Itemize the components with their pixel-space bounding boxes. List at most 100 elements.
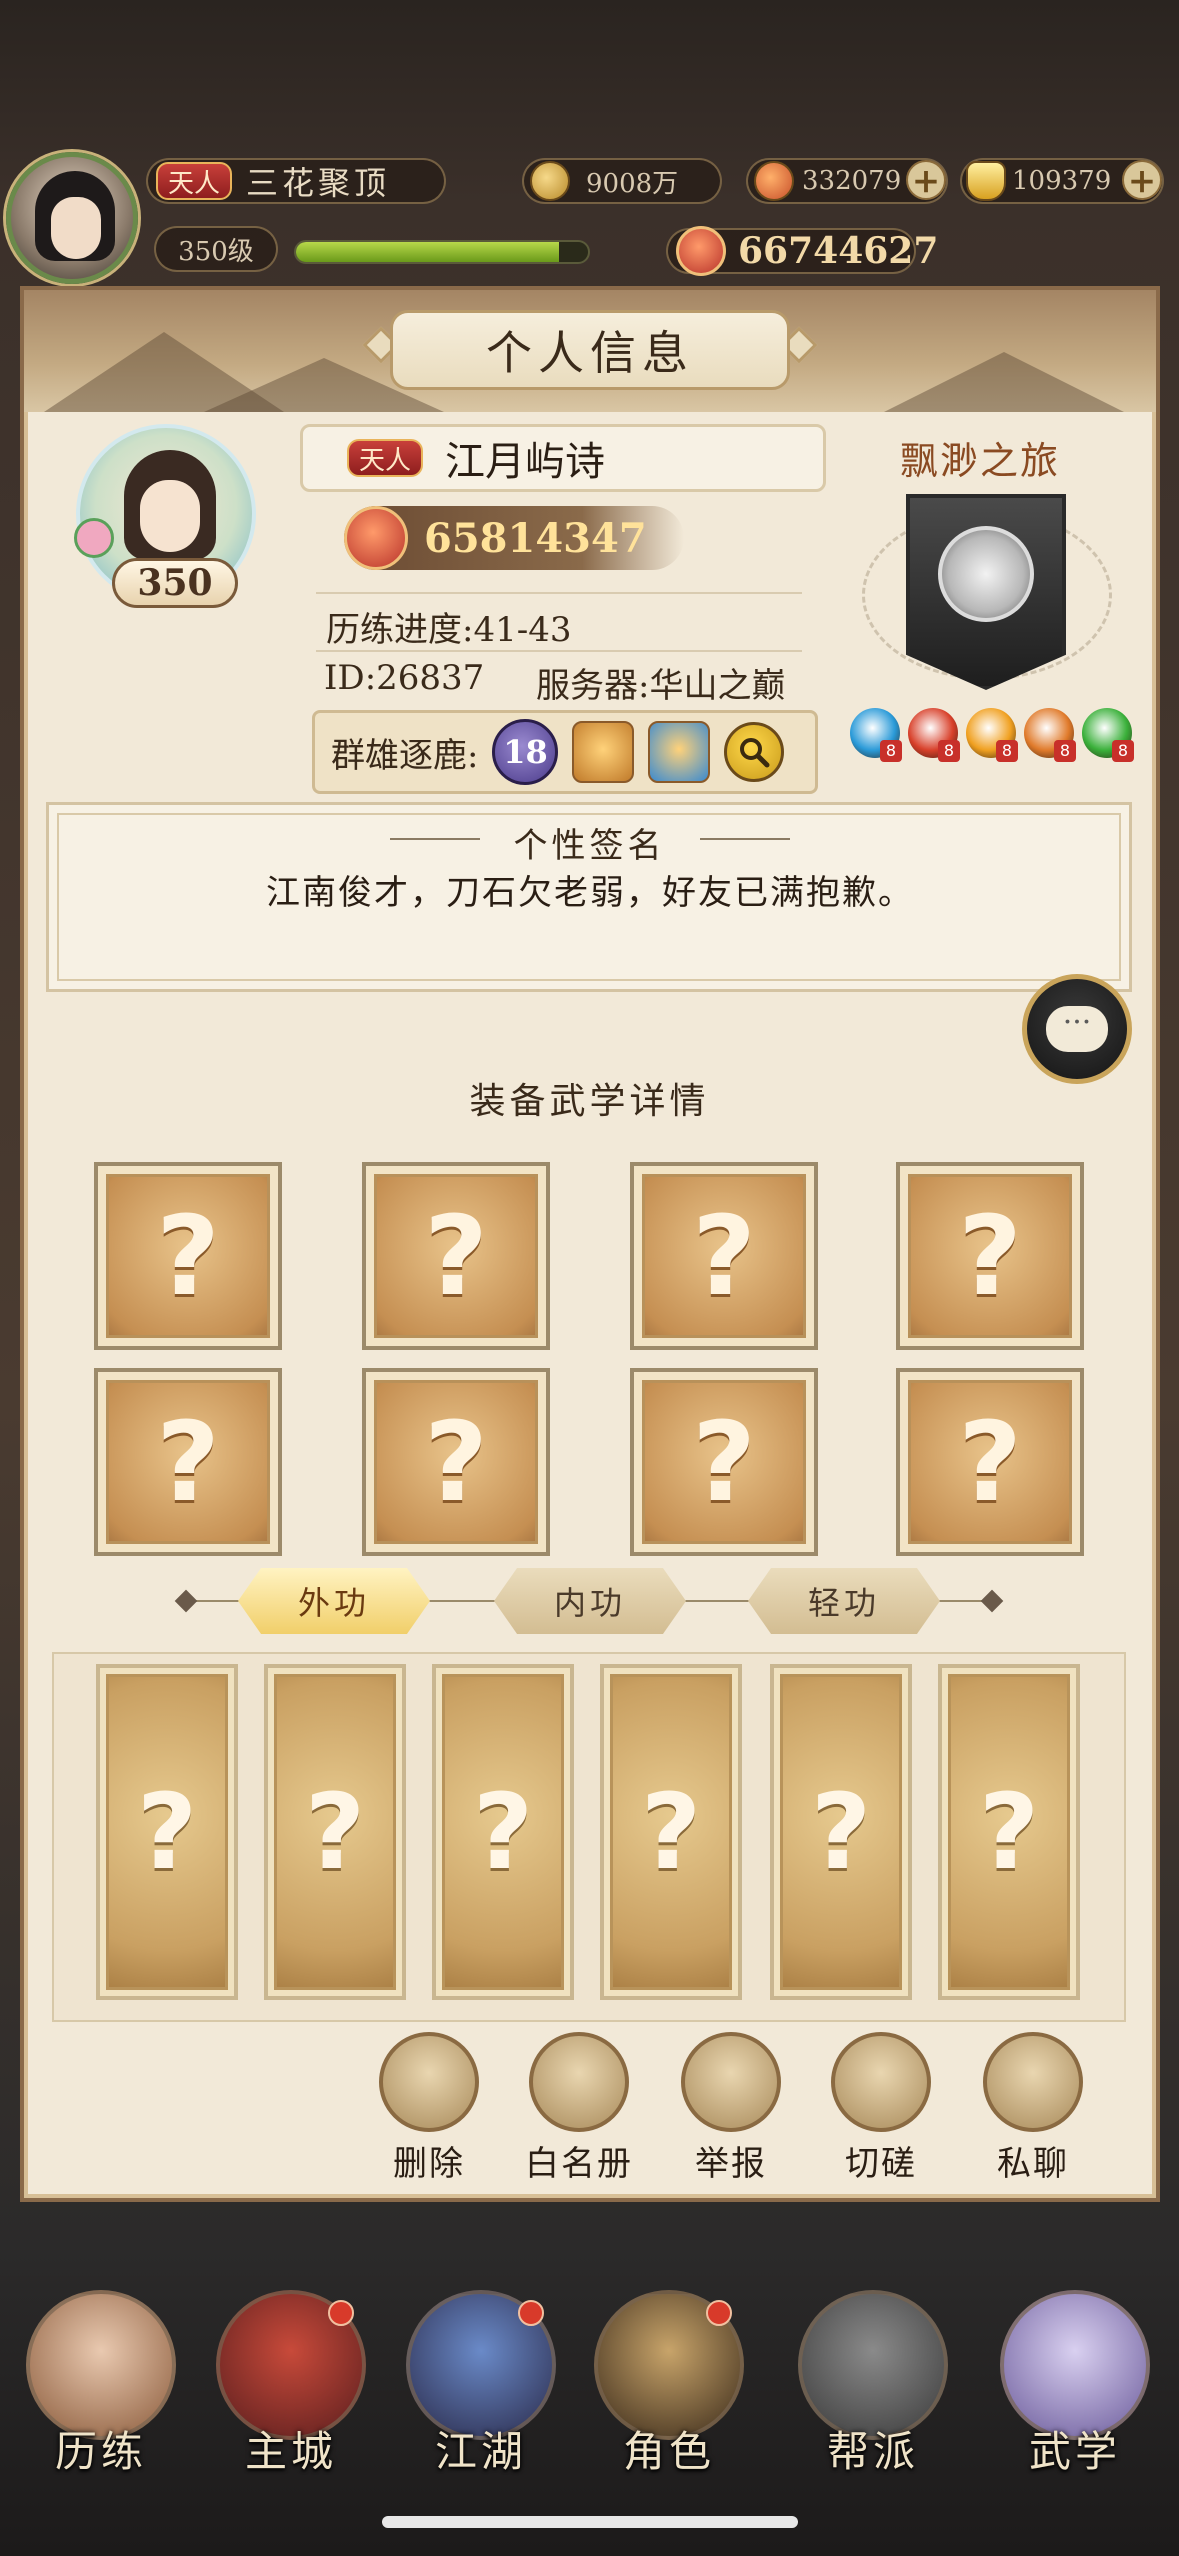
tab-lightness-skill[interactable]: 轻功 [748,1568,940,1634]
nav-guild[interactable]: 帮派 [788,2290,958,2479]
divider [316,650,802,652]
player-id: ID:26837 [324,658,485,698]
equipment-slot[interactable]: ? [94,1162,282,1350]
realm-name: 三花聚顶 [246,164,391,202]
hud-power-value: 66744627 [738,230,939,272]
contest-row: 群雄逐鹿: 18 [312,710,818,794]
nav-martial-arts[interactable]: 武学 [990,2290,1160,2479]
action-label: 切磋 [845,2144,917,2184]
realm-pill: 天人 三花聚顶 [146,158,446,204]
skill-card[interactable]: ? [770,1664,912,2000]
trident-medal-icon[interactable] [572,721,635,783]
skill-card[interactable]: ? [432,1664,574,2000]
element-orb-icon[interactable]: 8 [966,708,1018,762]
exp-bar-fill [296,242,559,262]
tab-internal-skill[interactable]: 内功 [494,1568,686,1634]
orb-level: 8 [938,740,960,762]
equipment-slot[interactable]: ? [362,1162,550,1350]
notification-dot [328,2300,354,2326]
contest-label: 群雄逐鹿: [331,735,479,776]
name-box: 天人 江月屿诗 [300,424,826,492]
element-orb-icon[interactable]: 8 [1024,708,1076,762]
magnifier-glyph [740,738,770,768]
ingots-value: 109379 [1012,166,1112,196]
orb-level: 8 [1112,740,1134,762]
level-pill: 350级 [154,226,278,272]
chat-button[interactable]: ··· [1022,974,1132,1084]
spar-button[interactable]: 切磋 [826,2032,936,2185]
lotus-decor [74,518,114,558]
equipment-slot[interactable]: ? [630,1368,818,1556]
plus-icon: + [1127,161,1157,201]
equipment-slot[interactable]: ? [362,1368,550,1556]
player-server: 服务器:华山之巅 [536,666,786,706]
book-icon [529,2032,629,2132]
private-chat-button[interactable]: 私聊 [978,2032,1088,2185]
nav-jianghu[interactable]: 江湖 [396,2290,566,2479]
report-button[interactable]: 举报 [676,2032,786,2185]
portrait-face [140,480,200,552]
handshake-icon [831,2032,931,2132]
exp-bar [294,240,590,264]
dragon-emblem-icon [938,526,1034,622]
blacklist-book-icon [681,2032,781,2132]
signature-title: 个性签名 [513,826,666,866]
crossed-swords-medal-icon[interactable] [648,721,711,783]
contest-rank-badge[interactable]: 18 [492,719,559,785]
equipment-slot[interactable]: ? [896,1368,1084,1556]
profile-power-icon [344,506,408,570]
action-label: 私聊 [997,2144,1069,2184]
skill-card[interactable]: ? [96,1664,238,2000]
notification-dot [518,2300,544,2326]
speech-bubble-icon [983,2032,1083,2132]
player-avatar[interactable] [6,152,138,284]
nav-main-city[interactable]: 主城 [206,2290,376,2479]
nav-label: 角色 [622,2427,715,2476]
profile-power-value: 65814347 [424,514,647,562]
action-label: 举报 [695,2144,767,2184]
chat-bubble-icon: ··· [1046,1006,1108,1052]
gold-ingot-icon [966,161,1006,201]
add-currency2-button[interactable]: + [906,160,946,200]
equipment-title: 装备武学详情 [469,1081,710,1122]
nav-label: 历练 [54,2427,147,2476]
panel-title: 个人信息 [390,310,790,390]
orb-level: 8 [996,740,1018,762]
orb-level: 8 [1054,740,1076,762]
spirit-stone-icon [754,161,794,201]
signature-text: 江南俊才，刀石欠老弱，好友已满抱歉。 [266,873,914,913]
nav-character[interactable]: 角色 [584,2290,754,2479]
coins-pill: 9008万 [522,158,722,204]
skill-card[interactable]: ? [938,1664,1080,2000]
orb-level: 8 [880,740,902,762]
player-name: 江月屿诗 [445,439,606,485]
plus-icon: + [911,161,941,201]
player-level: 350级 [178,236,254,267]
equipment-slot[interactable]: ? [630,1162,818,1350]
mountain-decor [884,352,1124,412]
skill-card[interactable]: ? [264,1664,406,2000]
equipment-slot[interactable]: ? [896,1162,1084,1350]
search-icon[interactable] [724,722,785,782]
notification-dot [706,2300,732,2326]
profile-rank-tag: 天人 [347,439,424,477]
avatar-face [51,197,101,259]
delete-friend-button[interactable]: 删除 [374,2032,484,2185]
element-orb-icon[interactable]: 8 [1082,708,1134,762]
element-orb-icon[interactable]: 8 [850,708,902,762]
action-label: 删除 [393,2144,465,2184]
nav-label: 帮派 [826,2427,919,2476]
person-remove-icon [379,2032,479,2132]
skill-card[interactable]: ? [600,1664,742,2000]
nav-label: 主城 [244,2427,337,2476]
divider [316,592,802,594]
training-progress: 历练进度:41-43 [326,610,572,650]
nav-training[interactable]: 历练 [16,2290,186,2479]
tab-external-skill[interactable]: 外功 [238,1568,430,1634]
add-ingots-button[interactable]: + [1122,160,1162,200]
equipment-slot[interactable]: ? [94,1368,282,1556]
rank-tag: 天人 [156,162,233,200]
whitelist-button[interactable]: 白名册 [524,2032,634,2185]
element-orb-icon[interactable]: 8 [908,708,960,762]
home-indicator[interactable] [382,2516,798,2528]
